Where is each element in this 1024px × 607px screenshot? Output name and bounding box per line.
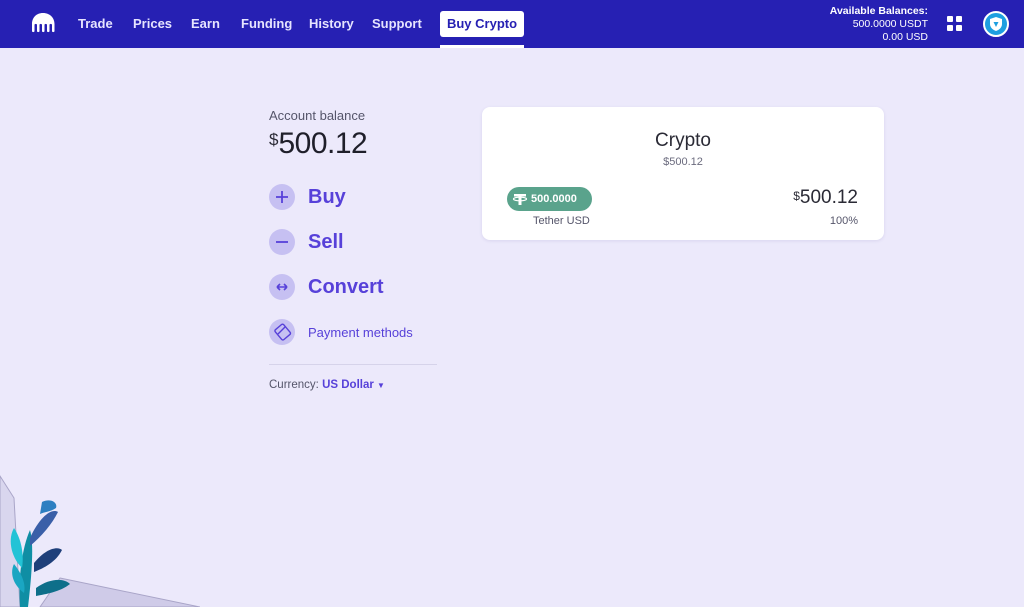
active-tab-indicator	[440, 45, 524, 48]
asset-value-amount: 500.12	[799, 187, 858, 208]
sell-label: Sell	[308, 231, 344, 253]
asset-value: $500.12	[793, 187, 858, 209]
asset-percent: 100%	[829, 215, 858, 227]
buy-button[interactable]: Buy	[269, 184, 389, 212]
card-subtitle: $500.12	[663, 156, 703, 168]
divider	[269, 364, 437, 365]
available-balances[interactable]: Available Balances: 500.0000 USDT 0.00 U…	[830, 5, 928, 44]
currency-value-dropdown[interactable]: US Dollar	[322, 379, 374, 391]
account-balance: $500.12	[269, 127, 439, 163]
asset-name: Tether USD	[533, 215, 590, 227]
nav-buy-crypto[interactable]: Buy Crypto	[440, 11, 524, 37]
shield-avatar-icon[interactable]	[983, 11, 1009, 37]
buy-label: Buy	[308, 186, 346, 208]
balance-usd: 0.00 USD	[882, 31, 928, 43]
nav-funding[interactable]: Funding	[241, 16, 292, 31]
nav-earn[interactable]: Earn	[191, 16, 220, 31]
asset-amount-pill[interactable]: 500.0000	[507, 187, 592, 211]
payment-methods-button[interactable]: Payment methods	[269, 319, 429, 347]
caret-down-icon[interactable]: ▼	[377, 381, 385, 390]
convert-label: Convert	[308, 276, 384, 298]
asset-amount: 500.0000	[531, 193, 577, 205]
minus-icon	[269, 229, 295, 255]
payment-card-icon	[269, 319, 295, 345]
balance-amount: 500.12	[278, 127, 368, 160]
crypto-card: Crypto $500.12 500.0000 Tether USD $500.…	[482, 107, 884, 240]
nav-history[interactable]: History	[309, 16, 354, 31]
convert-arrows-icon	[269, 274, 295, 300]
currency-label: Currency:	[269, 379, 319, 391]
card-title: Crypto	[655, 130, 711, 151]
decorative-plant-illustration	[0, 475, 200, 607]
tether-icon	[512, 194, 528, 205]
nav-trade[interactable]: Trade	[78, 16, 113, 31]
top-navigation-bar: Trade Prices Earn Funding History Suppor…	[0, 0, 1024, 48]
balance-usdt: 500.0000 USDT	[852, 18, 928, 30]
kraken-logo-icon[interactable]	[30, 12, 56, 34]
account-panel: Account balance $500.12 Buy Sell Convert	[269, 108, 439, 391]
payment-methods-label: Payment methods	[308, 325, 413, 340]
currency-selector: Currency: US Dollar ▼	[269, 379, 385, 391]
nav-support[interactable]: Support	[372, 16, 422, 31]
convert-button[interactable]: Convert	[269, 274, 399, 302]
nav-prices[interactable]: Prices	[133, 16, 172, 31]
balances-title: Available Balances:	[829, 5, 928, 17]
asset-value-symbol: $	[793, 189, 800, 203]
sell-button[interactable]: Sell	[269, 229, 389, 257]
account-balance-label: Account balance	[269, 108, 366, 123]
balance-currency-symbol: $	[269, 130, 279, 149]
grid-icon[interactable]	[947, 16, 963, 32]
plus-icon	[269, 184, 295, 210]
